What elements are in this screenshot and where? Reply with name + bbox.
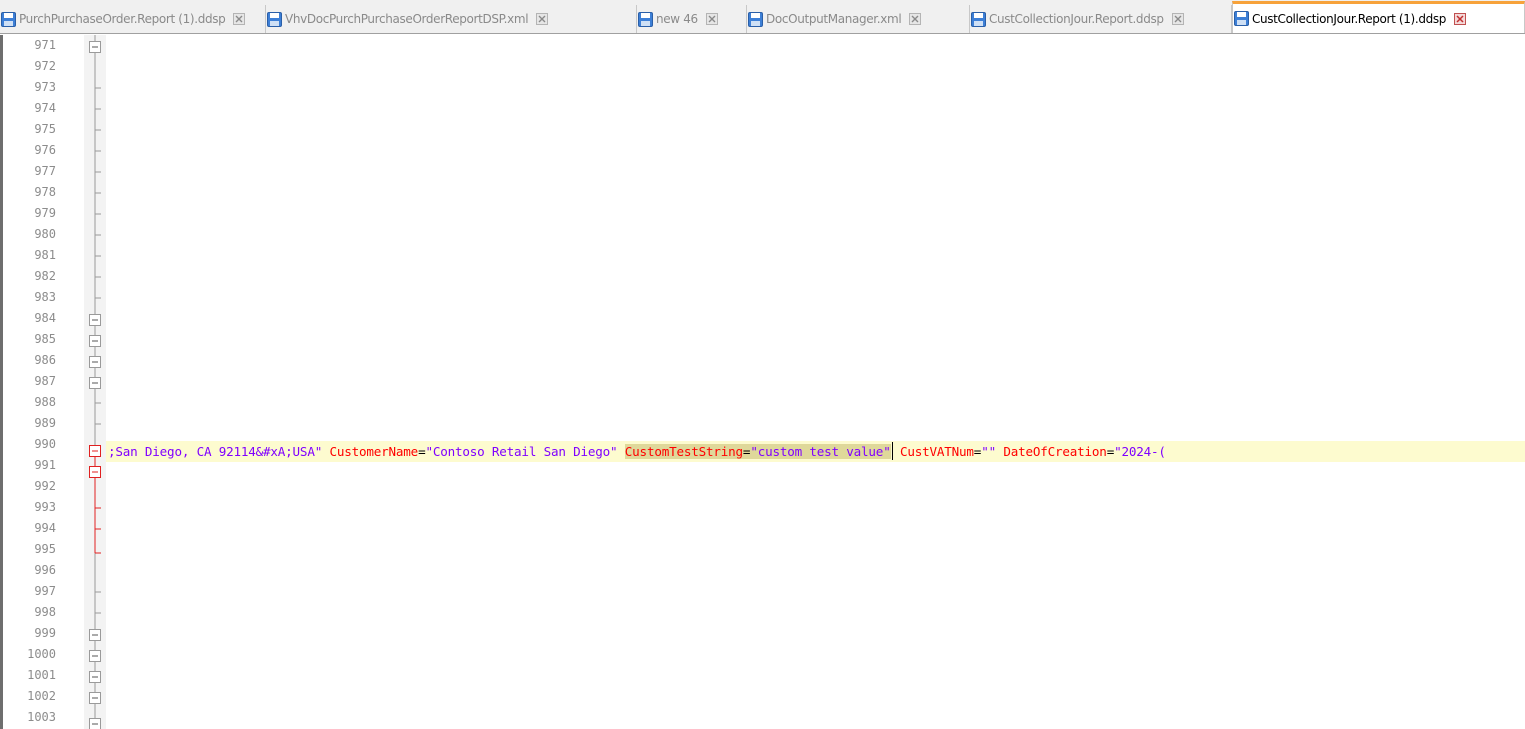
code-value-customteststring: "custom test value" (750, 444, 891, 459)
tab-label: CustCollectionJour.Report.ddsp (989, 12, 1164, 26)
code-attribute-customername: CustomerName (329, 444, 419, 459)
tab-new-46[interactable]: new 46 (637, 5, 747, 33)
close-icon[interactable] (1171, 13, 1184, 25)
line-number: 994 (34, 521, 56, 535)
code-line-990[interactable]: ;San Diego, CA 92114&#xA;USA" CustomerNa… (108, 441, 1166, 462)
code-equals: = (1106, 444, 1115, 459)
code-value-custvatnum: "" (981, 444, 996, 459)
tab-vhvdocpurchpurchaseorderreportdsp[interactable]: VhvDocPurchPurchaseOrderReportDSP.xml (266, 5, 637, 33)
text-caret (891, 442, 893, 460)
editor-area[interactable]: 971 972 973 974 975 976 977 978 979 980 981 982 983 9… (0, 35, 1525, 729)
line-number: 979 (34, 206, 56, 220)
save-icon (267, 11, 282, 27)
tab-label: VhvDocPurchPurchaseOrderReportDSP.xml (285, 12, 529, 26)
line-number: 984 (34, 311, 56, 325)
line-number-gutter: 971 972 973 974 975 976 977 978 979 980 981 982 983 9… (3, 35, 84, 729)
tab-label: DocOutputManager.xml (766, 12, 902, 26)
line-number: 985 (34, 332, 56, 346)
save-icon (638, 11, 653, 27)
line-number: 993 (34, 500, 56, 514)
line-number: 972 (34, 59, 56, 73)
code-text-segment: ;San Diego, CA 92114&#xA;USA" (108, 444, 323, 459)
fold-minus-icon (89, 650, 101, 662)
code-attribute-custvatnum: CustVATNum (899, 444, 974, 459)
close-icon[interactable] (705, 13, 718, 25)
fold-minus-icon (89, 466, 101, 478)
line-number: 998 (34, 605, 56, 619)
code-attribute-customteststring: CustomTestString (624, 444, 743, 459)
line-number: 1003 (27, 710, 56, 724)
line-number: 990 (34, 437, 56, 451)
tab-label: CustCollectionJour.Report (1).ddsp (1252, 11, 1447, 26)
line-number: 982 (34, 269, 56, 283)
save-icon (971, 11, 986, 27)
tab-docoutputmanager[interactable]: DocOutputManager.xml (747, 5, 970, 33)
fold-minus-icon (89, 356, 101, 368)
line-number: 981 (34, 248, 56, 262)
line-number: 974 (34, 101, 56, 115)
fold-minus-icon (89, 314, 101, 326)
line-number: 991 (34, 458, 56, 472)
line-number: 977 (34, 164, 56, 178)
fold-margin[interactable] (84, 35, 106, 729)
line-number: 986 (34, 353, 56, 367)
line-number: 996 (34, 563, 56, 577)
line-number: 988 (34, 395, 56, 409)
close-icon[interactable] (536, 13, 549, 25)
line-number: 975 (34, 122, 56, 136)
line-number: 992 (34, 479, 56, 493)
save-icon (748, 11, 763, 27)
line-number: 987 (34, 374, 56, 388)
tab-bar: PurchPurchaseOrder.Report (1).ddsp VhvDo… (0, 0, 1525, 34)
line-number: 1002 (27, 689, 56, 703)
fold-minus-icon (89, 445, 101, 457)
line-number: 1001 (27, 668, 56, 682)
line-number: 983 (34, 290, 56, 304)
fold-minus-icon (89, 377, 101, 389)
fold-minus-icon (89, 335, 101, 347)
selected-text: CustomTestString="custom test value" (624, 444, 891, 459)
close-icon[interactable] (1454, 12, 1467, 25)
line-number: 973 (34, 80, 56, 94)
tab-custcollectionjour-report-1[interactable]: CustCollectionJour.Report (1).ddsp (1232, 1, 1525, 33)
fold-minus-icon (89, 671, 101, 683)
code-value-dateofcreation: "2024-( (1114, 444, 1166, 459)
fold-minus-icon (89, 718, 101, 729)
close-icon[interactable] (233, 13, 246, 25)
tab-label: new 46 (656, 12, 698, 26)
line-number: 971 (34, 38, 56, 52)
fold-minus-icon (89, 41, 101, 53)
tab-custcollectionjour-report[interactable]: CustCollectionJour.Report.ddsp (970, 5, 1232, 33)
code-attribute-dateofcreation: DateOfCreation (1003, 444, 1107, 459)
code-value-customername: "Contoso Retail San Diego" (425, 444, 618, 459)
fold-minus-icon (89, 692, 101, 704)
save-icon (1234, 11, 1249, 26)
fold-tree (89, 35, 101, 729)
line-number: 980 (34, 227, 56, 241)
line-number: 989 (34, 416, 56, 430)
line-number: 978 (34, 185, 56, 199)
line-number: 997 (34, 584, 56, 598)
line-number: 999 (34, 626, 56, 640)
close-icon[interactable] (909, 13, 922, 25)
tab-label: PurchPurchaseOrder.Report (1).ddsp (19, 12, 226, 26)
line-number: 995 (34, 542, 56, 556)
line-number: 976 (34, 143, 56, 157)
save-icon (1, 11, 16, 27)
tab-purchpurchaseorder-report-1[interactable]: PurchPurchaseOrder.Report (1).ddsp (0, 5, 266, 33)
fold-minus-icon (89, 629, 101, 641)
line-number: 1000 (27, 647, 56, 661)
